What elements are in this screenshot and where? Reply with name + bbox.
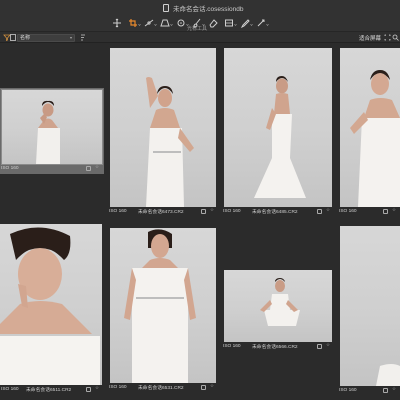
thumbnail-tile[interactable]: ISO 160 未命名会话6485.CR2 ☆ xyxy=(222,46,334,218)
star-rating-icon[interactable]: ☆ xyxy=(95,164,99,170)
window-title-group: 未命名会话.cosessiondb xyxy=(163,2,243,14)
thumbnail-caption: ISO 160 ☆ xyxy=(338,207,400,215)
filename-label: 未命名会话6531.CR2 xyxy=(138,385,184,391)
iso-label: ISO 160 xyxy=(339,208,357,214)
thumbnail-tile[interactable]: ISO 160 未命名会话6473.CR2 ☆ xyxy=(108,46,218,218)
sort-dropdown[interactable]: 名称 ▾ xyxy=(17,34,75,42)
chevron-down-icon: ▾ xyxy=(69,35,72,40)
filename-label: 未命名会话6511.CR2 xyxy=(26,387,72,393)
crop-tool-icon[interactable] xyxy=(126,18,141,28)
thumbnail-image[interactable] xyxy=(340,226,400,386)
view-mode-icon[interactable] xyxy=(10,34,16,41)
select-checkbox[interactable] xyxy=(86,386,91,392)
thumbnail-caption: ISO 160 未命名会话6511.CR2 ☆ xyxy=(0,385,104,393)
iso-label: ISO 160 xyxy=(109,384,127,390)
thumbnail-caption: ISO 160 未命名会话6485.CR2 ☆ xyxy=(222,207,334,215)
select-checkbox[interactable] xyxy=(383,387,388,393)
picker-tool-icon[interactable] xyxy=(238,18,253,28)
browser-bar: 名称 ▾ 适合屏幕 xyxy=(0,31,400,43)
thumbnail-caption: ISO 160 未命名会话6473.CR2 ☆ xyxy=(108,207,218,215)
sort-value: 名称 xyxy=(20,35,31,41)
star-rating-icon[interactable]: ☆ xyxy=(95,385,99,391)
star-rating-icon[interactable]: ☆ xyxy=(210,383,214,389)
iso-label: ISO 160 xyxy=(109,208,127,214)
select-checkbox[interactable] xyxy=(383,208,388,214)
thumbnail-tile[interactable]: ISO 160 未命名会话6511.CR2 ☆ xyxy=(0,224,104,400)
select-checkbox[interactable] xyxy=(317,208,322,214)
select-checkbox[interactable] xyxy=(86,165,91,171)
select-checkbox[interactable] xyxy=(201,208,206,214)
title-bar: 未命名会话.cosessiondb xyxy=(0,0,400,16)
iso-label: ISO 160 xyxy=(1,386,19,392)
annotate-tool-icon[interactable] xyxy=(254,18,269,28)
straighten-tool-icon[interactable] xyxy=(142,18,157,28)
document-icon xyxy=(163,4,169,12)
iso-label: ISO 160 xyxy=(223,343,241,349)
thumbnail-caption: ISO 160 ☆ xyxy=(0,164,104,172)
star-rating-icon[interactable]: ☆ xyxy=(326,342,330,348)
select-checkbox[interactable] xyxy=(201,384,206,390)
thumbnail-image[interactable] xyxy=(110,48,216,207)
pan-tool-icon[interactable] xyxy=(110,18,124,28)
thumbnail-caption: ISO 160 未命名会话6566.CR2 ☆ xyxy=(222,342,334,350)
thumbnail-tile[interactable]: ISO 160 未命名会话6566.CR2 ☆ xyxy=(222,268,334,352)
star-rating-icon[interactable]: ☆ xyxy=(326,207,330,213)
thumbnail-tile[interactable]: ISO 160 ☆ xyxy=(0,88,104,174)
star-rating-icon[interactable]: ☆ xyxy=(210,207,214,213)
fit-to-screen-label: 适合屏幕 xyxy=(359,36,382,42)
thumbnail-image[interactable] xyxy=(0,224,102,385)
thumbnail-tile[interactable]: ISO 160 ☆ xyxy=(338,226,400,400)
thumbnail-tile[interactable]: ISO 160 ☆ xyxy=(338,46,400,218)
thumbnail-image[interactable] xyxy=(110,228,216,383)
filename-label: 未命名会话6473.CR2 xyxy=(138,209,184,215)
thumbnail-image[interactable] xyxy=(340,48,400,207)
thumbnail-caption: ISO 160 ☆ xyxy=(338,386,400,394)
filename-label: 未命名会话6566.CR2 xyxy=(252,344,298,350)
thumbnail-image[interactable] xyxy=(224,48,332,207)
select-checkbox[interactable] xyxy=(317,343,322,349)
filename-label: 未命名会话6485.CR2 xyxy=(252,209,298,215)
window-title: 未命名会话.cosessiondb xyxy=(173,6,244,13)
search-icon[interactable] xyxy=(392,34,399,41)
iso-label: ISO 160 xyxy=(339,387,357,393)
iso-label: ISO 160 xyxy=(223,208,241,214)
spot-removal-tool-icon[interactable] xyxy=(174,18,189,28)
eraser-tool-icon[interactable] xyxy=(206,18,220,28)
keystone-tool-icon[interactable] xyxy=(158,18,173,28)
sort-direction-icon[interactable] xyxy=(80,34,86,41)
gradient-tool-icon[interactable] xyxy=(222,18,237,28)
thumbnail-tile[interactable]: ISO 160 未命名会话6531.CR2 ☆ xyxy=(108,228,218,400)
star-rating-icon[interactable]: ☆ xyxy=(392,386,396,392)
zoom-fit-icon[interactable] xyxy=(384,34,391,41)
star-rating-icon[interactable]: ☆ xyxy=(392,207,396,213)
thumbnail-caption: ISO 160 未命名会话6531.CR2 ☆ xyxy=(108,383,218,391)
thumbnail-image[interactable] xyxy=(224,270,332,342)
iso-label: ISO 160 xyxy=(1,165,19,171)
thumbnail-image[interactable] xyxy=(1,89,103,165)
